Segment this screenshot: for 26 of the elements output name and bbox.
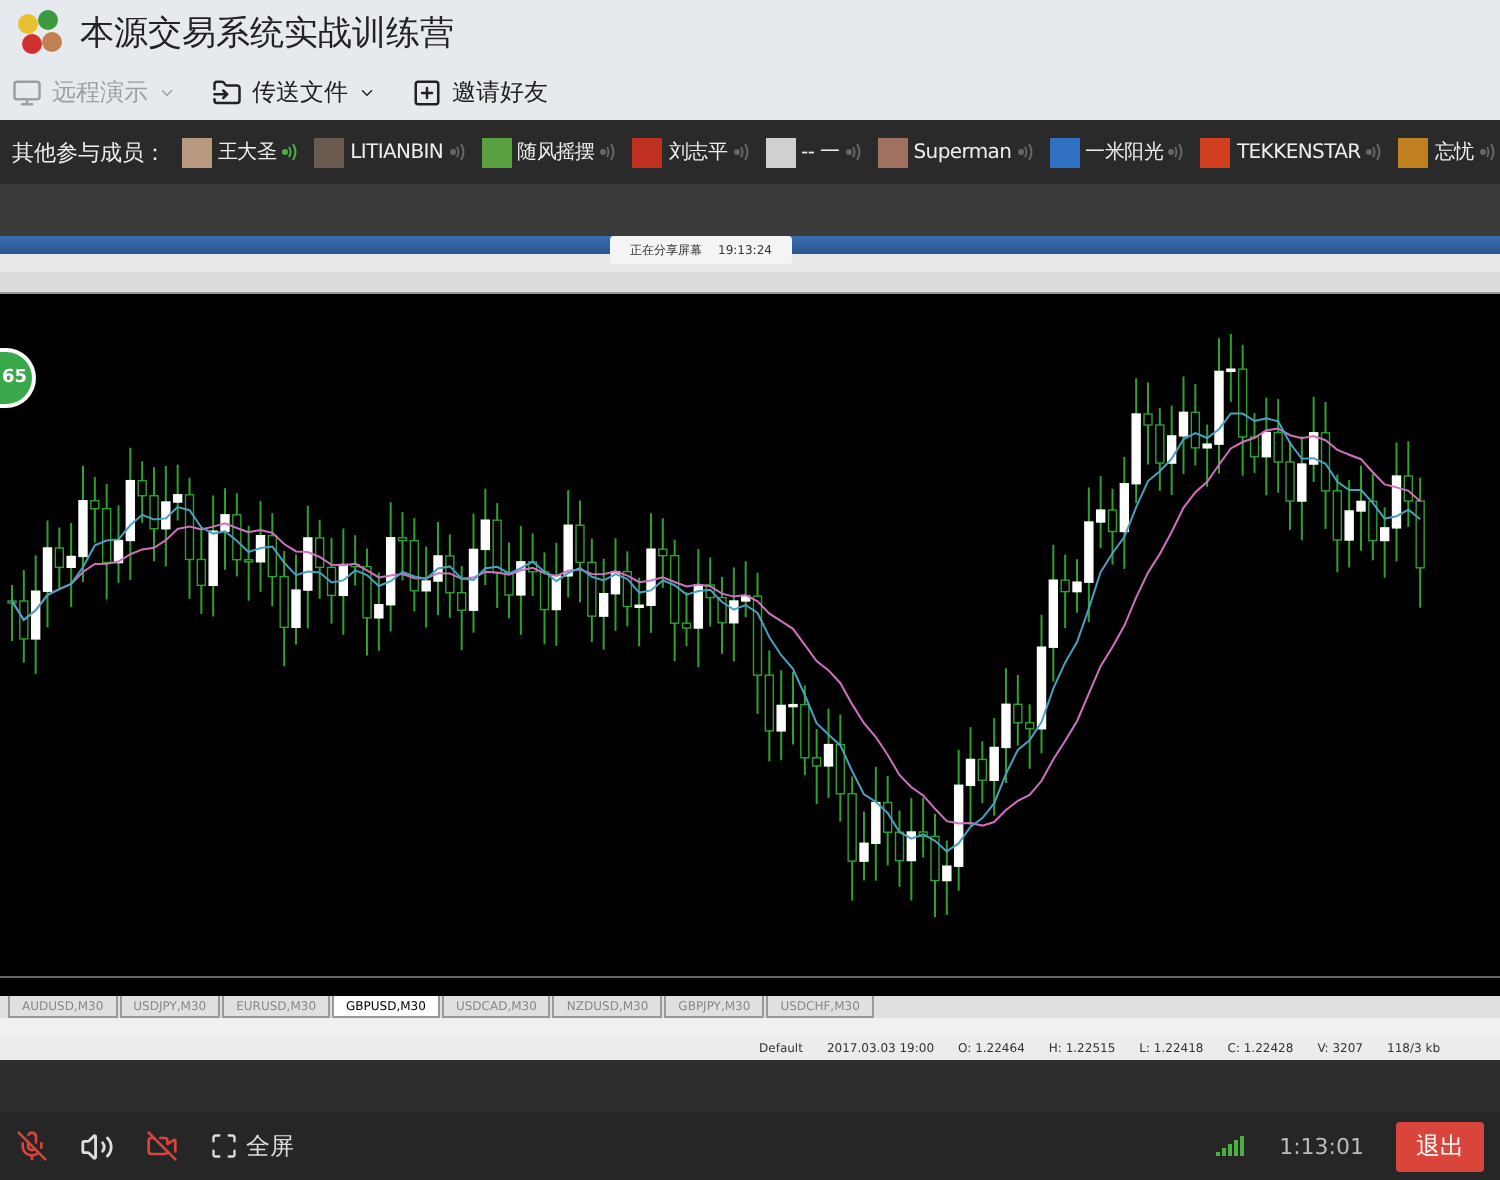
microphone-button[interactable]: [16, 1130, 48, 1162]
member-name: Superman: [913, 141, 1012, 163]
count-badge: 65: [0, 348, 36, 408]
member-name: 王大圣: [218, 139, 277, 166]
window-title: 本源交易系统实战训练营: [80, 11, 454, 55]
fullscreen-button[interactable]: 全屏: [210, 1129, 294, 1163]
signal-icon: [1215, 1136, 1248, 1156]
member-name: TEKKENSTAR: [1236, 141, 1361, 163]
plus-square-icon: [412, 77, 442, 107]
member-name: LITIANBIN: [350, 141, 444, 163]
folder-icon: [212, 77, 242, 107]
member-name: 刘志平: [668, 139, 728, 166]
toolbar-button[interactable]: 传送文件: [212, 75, 376, 109]
elapsed-time: 1:13:01: [1279, 1133, 1364, 1159]
camera-button[interactable]: [146, 1130, 178, 1162]
member-name: 忘忧: [1434, 139, 1474, 166]
toolbar-button[interactable]: 邀请好友: [412, 75, 548, 109]
member-name: 一米阳光: [1085, 139, 1163, 166]
monitor-icon: [12, 77, 42, 107]
members-label: 其他参与成员：: [12, 137, 166, 167]
logo-icon: [16, 8, 64, 56]
exit-button[interactable]: 退出: [1396, 1121, 1484, 1171]
speaker-button[interactable]: [80, 1129, 114, 1163]
member-name: 随风摇摆: [517, 140, 595, 166]
member-name: -- 一: [801, 140, 840, 166]
fullscreen-icon: [210, 1132, 238, 1160]
